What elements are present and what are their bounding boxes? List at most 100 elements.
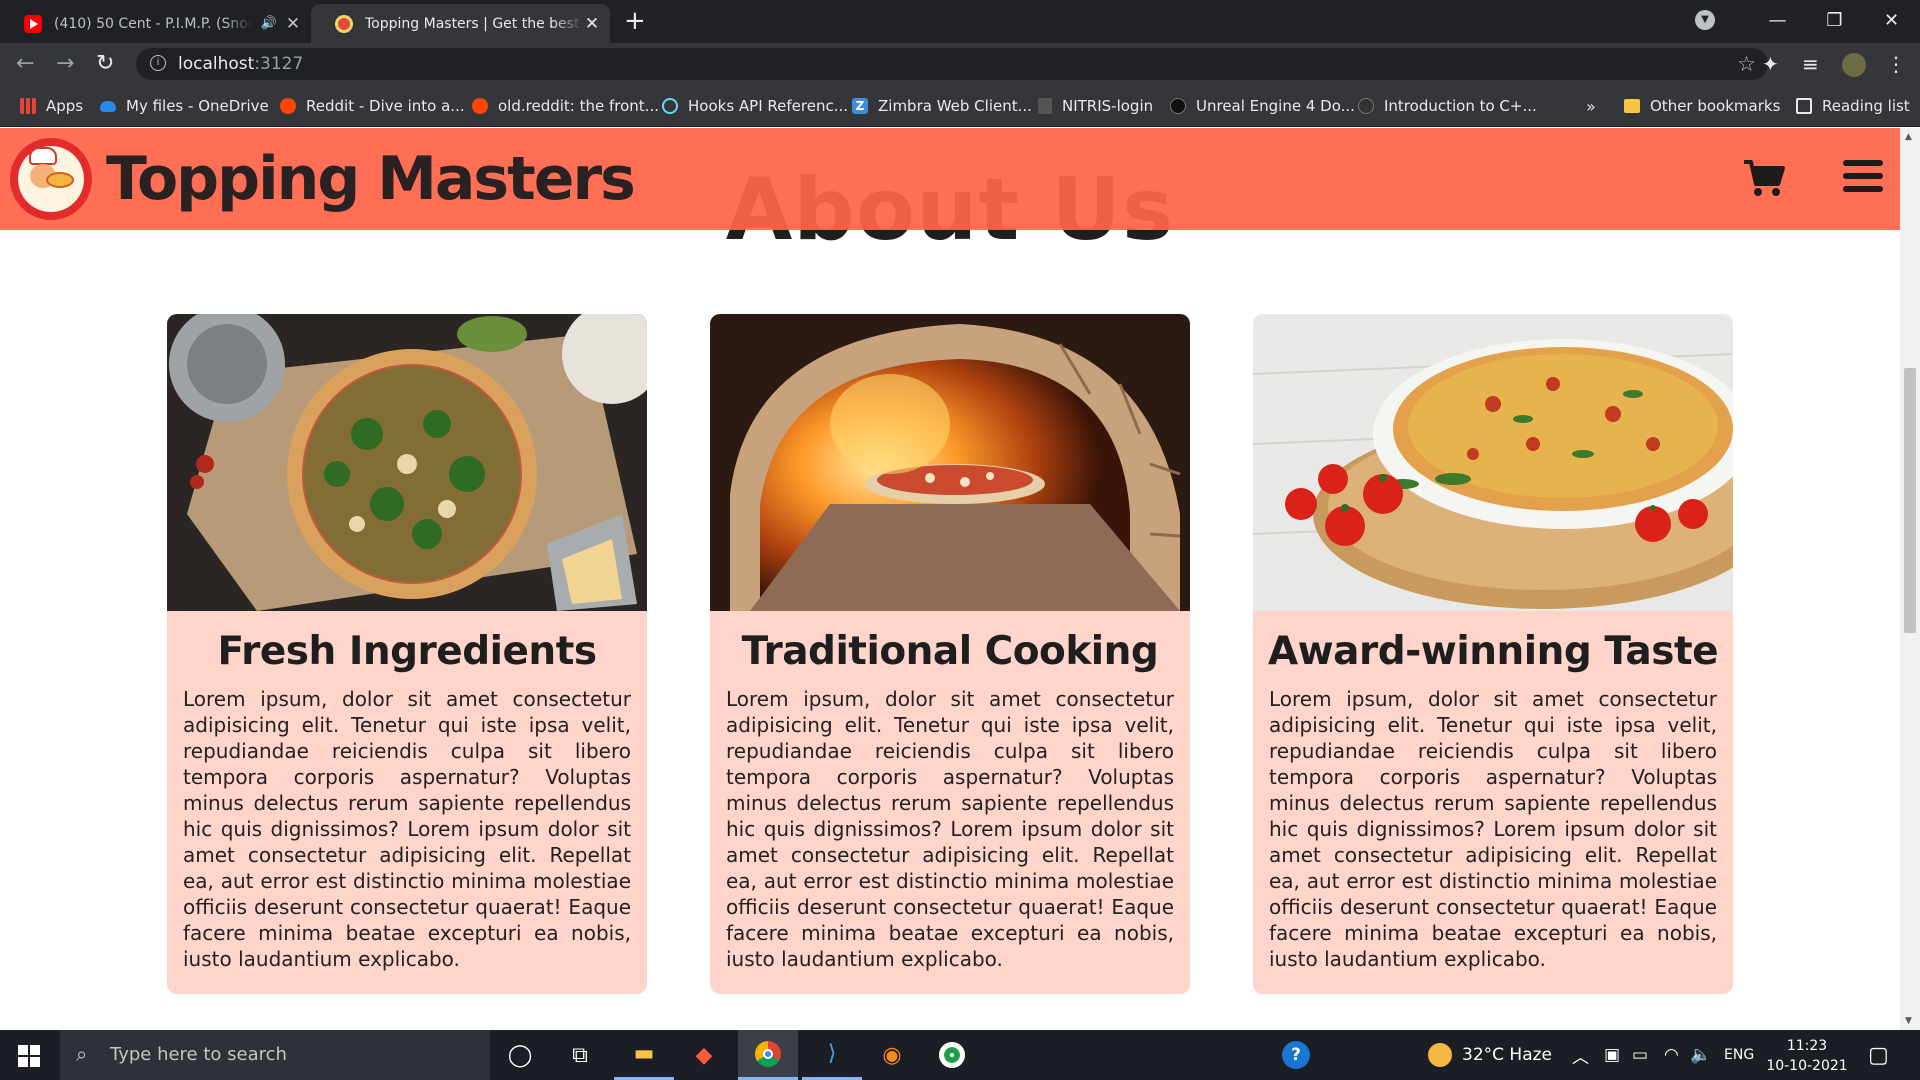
other-bookmarks[interactable]: Other bookmarks <box>1624 85 1780 127</box>
logo[interactable] <box>10 138 92 220</box>
show-hidden-icons[interactable]: ︿ <box>1572 1030 1589 1080</box>
url-text[interactable]: localhost:3127 <box>178 54 303 74</box>
card-title: Traditional Cooking <box>741 629 1159 674</box>
apps-grid-icon <box>20 98 36 114</box>
bookmark-zimbra[interactable]: Z Zimbra Web Client... <box>852 85 1032 127</box>
search-icon: ⌕ <box>76 1042 88 1066</box>
brand-name[interactable]: Topping Masters <box>106 144 636 214</box>
wood-oven-photo <box>710 314 1190 611</box>
reddit-icon <box>280 98 296 114</box>
bookmark-star-icon[interactable]: ☆ <box>1737 52 1756 76</box>
close-tab-icon[interactable]: ✕ <box>285 15 301 32</box>
nitris-icon <box>1038 98 1052 114</box>
windows-start-icon[interactable] <box>18 1045 40 1067</box>
card-title: Award-winning Taste <box>1267 629 1719 674</box>
tab-title: (410) 50 Cent - P.I.M.P. (Snoop <box>54 15 253 32</box>
taskbar-search-box[interactable]: ⌕ Type here to search <box>60 1030 490 1080</box>
volume-icon[interactable]: 🔈 <box>1690 1030 1711 1080</box>
browser-tab-youtube[interactable]: (410) 50 Cent - P.I.M.P. (Snoop 🔊 ✕ <box>0 4 311 43</box>
cortana-icon[interactable]: ◯ <box>490 1030 550 1080</box>
bookmark-hooks-api[interactable]: Hooks API Referenc... <box>662 85 848 127</box>
window-controls: ▼ — ❐ ✕ <box>1695 0 1920 40</box>
browser-tab-strip: (410) 50 Cent - P.I.M.P. (Snoop 🔊 ✕ Topp… <box>0 0 1920 43</box>
reload-icon[interactable]: ↻ <box>96 52 114 76</box>
vscode-icon[interactable]: ⟩ <box>802 1030 862 1080</box>
bookmarks-bar: Apps My files - OneDrive Reddit - Dive i… <box>0 85 1920 127</box>
chrome-icon[interactable] <box>738 1030 798 1080</box>
minimize-icon[interactable]: — <box>1749 10 1806 31</box>
bookmark-unreal[interactable]: Unreal Engine 4 Do... <box>1170 85 1355 127</box>
extensions-icon[interactable]: ✦ <box>1762 52 1779 76</box>
zimbra-icon: Z <box>852 98 868 114</box>
hamburger-menu-icon[interactable] <box>1843 160 1883 192</box>
site-header: Topping Masters <box>0 128 1900 230</box>
scroll-up-icon[interactable]: ▲ <box>1905 132 1912 142</box>
clock-time: 11:23 <box>1786 1038 1828 1054</box>
scrollbar-thumb[interactable] <box>1904 368 1916 633</box>
youtube-icon <box>24 14 42 33</box>
app-green-icon[interactable] <box>922 1030 982 1080</box>
profile-avatar[interactable] <box>1842 53 1866 77</box>
about-card-traditional-cooking: Traditional Cooking Lorem ipsum, dolor s… <box>710 314 1190 994</box>
bookmark-old-reddit[interactable]: old.reddit: the front... <box>472 85 659 127</box>
browser-tab-topping-masters[interactable]: Topping Masters | Get the best pizza ✕ <box>311 4 610 43</box>
tab-search-icon[interactable]: ▼ <box>1695 10 1715 30</box>
system-clock[interactable]: 11:23 10-10-2021 <box>1764 1036 1850 1076</box>
pizza-chef-icon <box>335 14 353 33</box>
bookmark-intro-cpp[interactable]: Introduction to C+... <box>1358 85 1537 127</box>
scroll-down-icon[interactable]: ▼ <box>1905 1016 1912 1026</box>
site-info-icon[interactable]: i <box>150 55 166 71</box>
address-bar[interactable]: i localhost:3127 ☆ <box>136 48 1768 80</box>
help-icon[interactable]: ? <box>1282 1030 1310 1080</box>
media-control-icon[interactable]: ≡ <box>1802 52 1819 76</box>
restore-icon[interactable]: ❐ <box>1806 10 1863 31</box>
cart-icon[interactable] <box>1742 158 1786 198</box>
device-icon[interactable]: ▣ <box>1604 1030 1620 1080</box>
tab-title: Topping Masters | Get the best pizza <box>365 15 584 32</box>
language-indicator[interactable]: ENG <box>1724 1030 1754 1080</box>
file-explorer-icon[interactable]: ▬ <box>614 1030 674 1080</box>
bookmark-reddit[interactable]: Reddit - Dive into a... <box>280 85 465 127</box>
weather-widget[interactable]: 32°C Haze <box>1428 1030 1552 1080</box>
globe-icon <box>1358 98 1374 114</box>
page-viewport: About Us Topping Masters <box>0 128 1900 1030</box>
windows-taskbar: ⌕ Type here to search ◯ ⧉ ▬ ◆ ⟩ ◉ ? 32°C… <box>0 1030 1920 1080</box>
blender-icon[interactable]: ◉ <box>862 1030 922 1080</box>
more-menu-icon[interactable]: ⋮ <box>1886 52 1906 76</box>
pizza-icon <box>46 172 74 188</box>
close-window-icon[interactable]: ✕ <box>1863 10 1920 31</box>
react-icon <box>662 98 678 114</box>
weather-text: 32°C Haze <box>1462 1045 1552 1065</box>
bookmark-apps[interactable]: Apps <box>20 85 83 127</box>
about-card-fresh-ingredients: Fresh Ingredients Lorem ipsum, dolor sit… <box>167 314 647 994</box>
speaker-icon[interactable]: 🔊 <box>261 16 277 31</box>
fresh-pizza-photo <box>167 314 647 611</box>
unreal-icon <box>1170 98 1186 114</box>
card-body: Lorem ipsum, dolor sit amet consectetur … <box>726 687 1174 971</box>
page-scrollbar[interactable]: ▲ ▼ <box>1900 128 1920 1030</box>
bookmark-nitris[interactable]: NITRIS-login <box>1038 85 1153 127</box>
award-pizza-photo <box>1253 314 1733 611</box>
onedrive-icon <box>100 100 116 112</box>
browser-toolbar: ← → ↻ i localhost:3127 ☆ ✦ ≡ ⋮ <box>0 43 1920 85</box>
reddit-icon <box>472 98 488 114</box>
new-tab-button[interactable]: + <box>624 8 646 34</box>
clock-date: 10-10-2021 <box>1766 1058 1848 1074</box>
notifications-icon[interactable]: ▢ <box>1868 1030 1889 1080</box>
bookmark-onedrive[interactable]: My files - OneDrive <box>100 85 269 127</box>
about-card-award-winning-taste: Award-winning Taste Lorem ipsum, dolor s… <box>1253 314 1733 994</box>
search-placeholder: Type here to search <box>110 1044 287 1065</box>
more-bookmarks-button[interactable]: » <box>1586 85 1596 127</box>
forward-icon[interactable]: → <box>56 52 74 76</box>
close-tab-icon[interactable]: ✕ <box>584 15 600 32</box>
folder-icon <box>1624 99 1640 113</box>
wifi-icon[interactable]: ◠ <box>1664 1030 1679 1080</box>
chef-hat-icon <box>29 147 57 165</box>
card-body: Lorem ipsum, dolor sit amet consectetur … <box>1269 687 1717 971</box>
battery-icon[interactable]: ▭ <box>1632 1030 1648 1080</box>
reading-list[interactable]: Reading list <box>1796 85 1910 127</box>
back-icon[interactable]: ← <box>16 52 34 76</box>
app-diamond-icon[interactable]: ◆ <box>674 1030 734 1080</box>
task-view-icon[interactable]: ⧉ <box>550 1030 610 1080</box>
card-body: Lorem ipsum, dolor sit amet consectetur … <box>183 687 631 971</box>
